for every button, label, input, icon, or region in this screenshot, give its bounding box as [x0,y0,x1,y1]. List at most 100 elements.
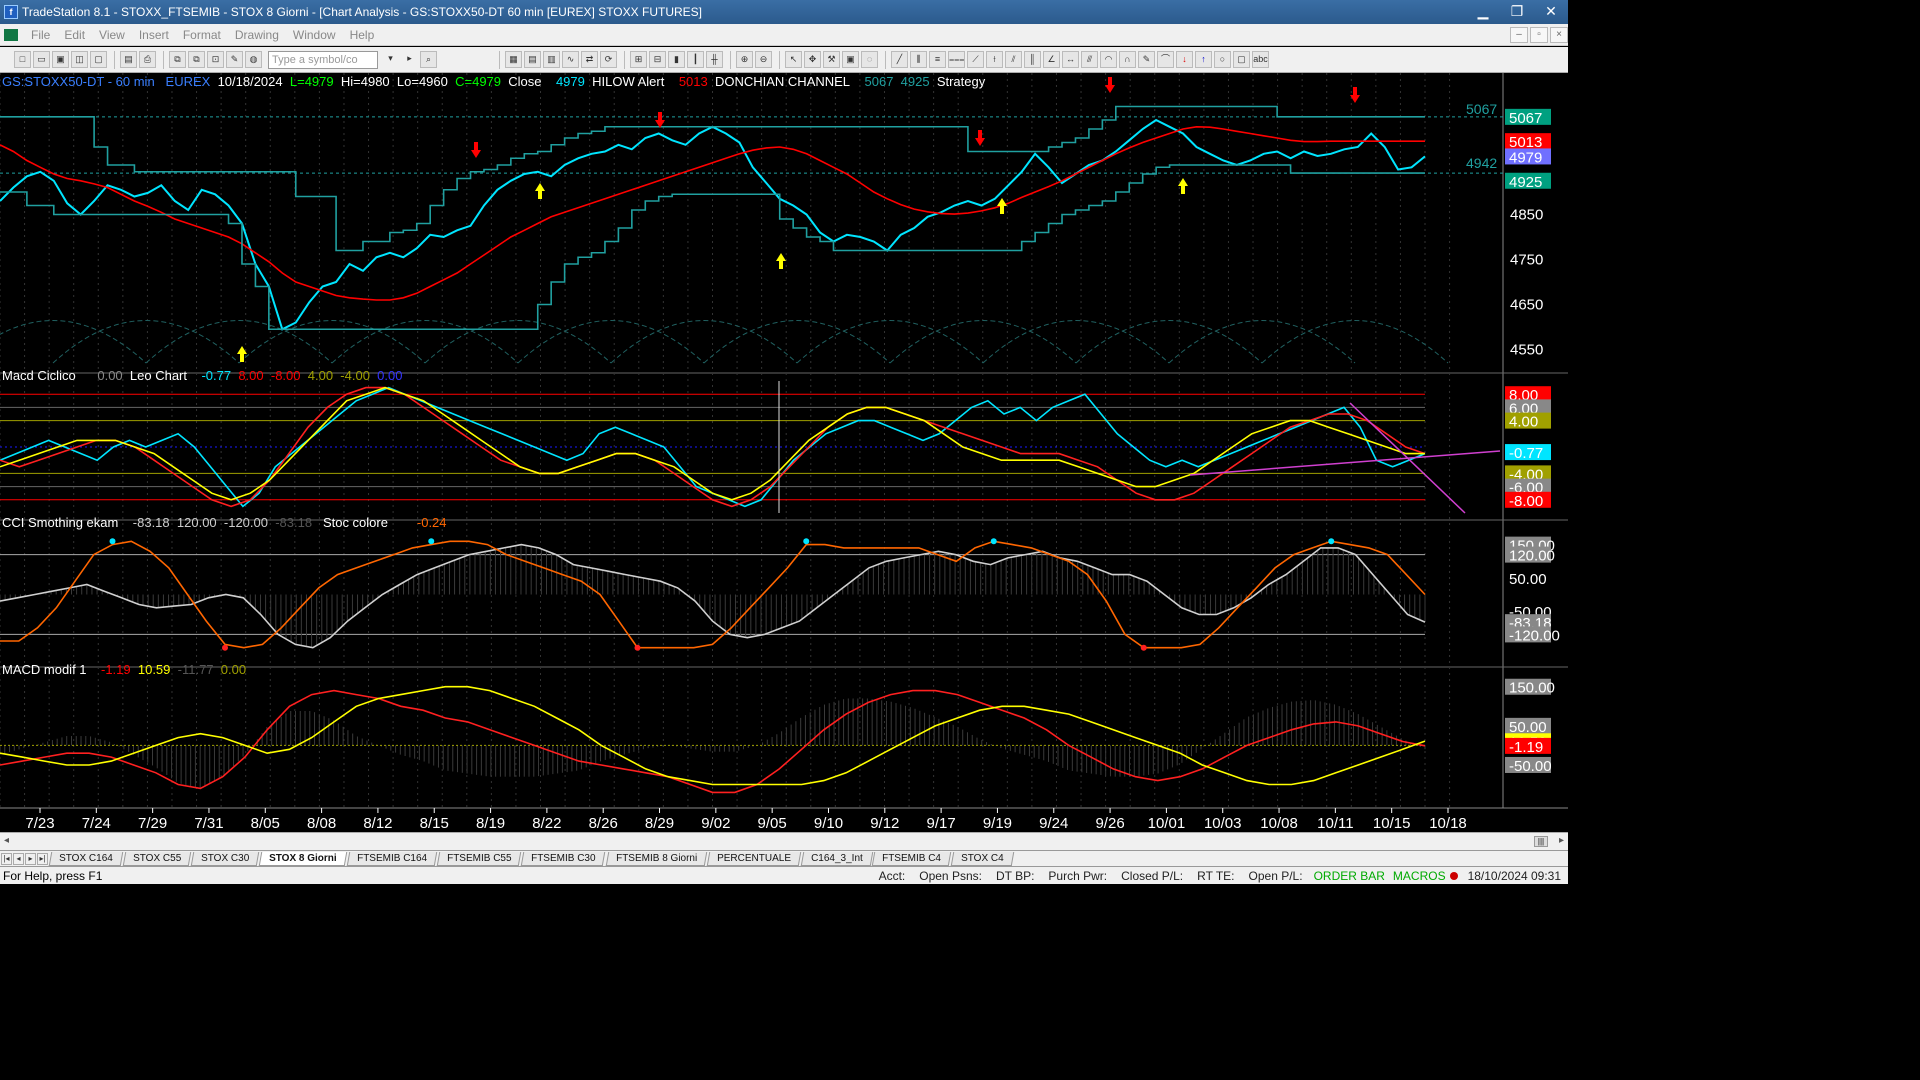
data-window-icon[interactable]: ⊟ [649,51,666,68]
tab-prev-icon[interactable]: ◂ [13,852,24,865]
symbol-input[interactable]: Type a symbol/co [268,50,378,69]
scroll-right-icon[interactable]: ▸ [1559,835,1564,846]
tab-3[interactable]: STOX 8 Giorni [258,851,347,866]
lock-icon[interactable]: ⊡ [207,51,224,68]
menu-window[interactable]: Window [286,28,343,42]
gann-icon[interactable]: ⫼ [910,51,927,68]
tab-next-icon[interactable]: ▸ [25,852,36,865]
macros-button[interactable]: MACROS [1389,869,1450,883]
tab-5[interactable]: FTSEMIB C55 [436,851,522,866]
chart-canvas[interactable]: 7/23 7/24 7/29 7/31 8/05 8/08 8/12 8/15 8/19 8/22… [0,73,1568,836]
close-window-icon[interactable]: ▢ [90,51,107,68]
curve-icon[interactable]: ⌒ [1157,51,1174,68]
vertical-lines-icon[interactable]: ║ [1024,51,1041,68]
scroll-left-icon[interactable]: ◂ [4,835,9,846]
scroll-thumb[interactable]: ||| [1534,836,1548,847]
arc-icon[interactable]: ◠ [1100,51,1117,68]
menu-view[interactable]: View [92,28,132,42]
zoom-out-icon[interactable]: ⊖ [755,51,772,68]
cycle-arc [238,320,426,364]
symbol-lookup-icon[interactable]: ⌕ [420,51,437,68]
tab-9[interactable]: C164_3_Int [800,851,873,866]
bar-interval-icon[interactable]: ▮ [668,51,685,68]
cycle-arc [1261,320,1449,364]
drag-icon[interactable]: ✥ [804,51,821,68]
tab-0[interactable]: STOX C164 [48,851,123,866]
copy-icon[interactable]: ⧉ [169,51,186,68]
hilow-alert-label: HILOW Alert [592,74,665,89]
text-icon[interactable]: abc [1252,51,1269,68]
tab-label: STOX C4 [961,852,1005,864]
fan-icon[interactable]: ⟊ [986,51,1003,68]
high-label: Hi=4980 [340,74,390,89]
close-label: C=4979 [455,74,502,89]
channel-icon[interactable]: ⫻ [1081,51,1098,68]
tab-4[interactable]: FTSEMIB C164 [346,851,437,866]
zoom-in-icon[interactable]: ⊕ [736,51,753,68]
chart-area[interactable]: 7/23 7/24 7/29 7/31 8/05 8/08 8/12 8/15 8/19 8/22… [0,73,1568,836]
mdi-restore-button[interactable]: ▫ [1530,26,1548,43]
menu-help[interactable]: Help [343,28,382,42]
trendline-icon[interactable]: ╱ [891,51,908,68]
new-window-icon[interactable]: ◫ [71,51,88,68]
mdi-minimize-button[interactable]: – [1510,26,1528,43]
menu-insert[interactable]: Insert [132,28,176,42]
menu-format[interactable]: Format [176,28,228,42]
paste-icon[interactable]: ⧉ [188,51,205,68]
tab-11[interactable]: STOX C4 [951,851,1015,866]
cycle-icon[interactable]: ∩ [1119,51,1136,68]
save-icon[interactable]: ▤ [120,51,137,68]
matrix-icon[interactable]: ▥ [543,51,560,68]
format-icon[interactable]: ⊞ [630,51,647,68]
alert-icon[interactable]: ◌ [861,51,878,68]
dropdown-arrow-icon[interactable]: ▾ [382,51,399,68]
mdi-close-button[interactable]: × [1550,26,1568,43]
tools-icon[interactable]: ✎ [226,51,243,68]
pen-icon[interactable]: ✎ [1138,51,1155,68]
horizontal-arrow-icon[interactable]: ↔ [1062,51,1079,68]
menu-edit[interactable]: Edit [57,28,92,42]
speed-lines-icon[interactable]: ⟋ [967,51,984,68]
chart-window-icon[interactable] [4,28,18,41]
ellipse-icon[interactable]: ○ [1214,51,1231,68]
tab-1[interactable]: STOX C55 [122,851,192,866]
close-button[interactable]: ✕ [1534,0,1568,24]
pointer-icon[interactable]: ↖ [785,51,802,68]
tab-10[interactable]: FTSEMIB C4 [872,851,952,866]
maximize-button[interactable]: ❐ [1500,0,1534,24]
tool-hammer-icon[interactable]: ⚒ [823,51,840,68]
fibonacci-icon[interactable]: ⩶ [948,51,965,68]
globe-icon[interactable]: ◍ [245,51,262,68]
down-arrow-icon[interactable]: ↓ [1176,51,1193,68]
angle-icon[interactable]: ∠ [1043,51,1060,68]
news-icon[interactable]: ▣ [842,51,859,68]
bar-chart-icon[interactable]: ╫ [706,51,723,68]
go-arrow-icon[interactable]: ▸ [401,51,418,68]
tab-2[interactable]: STOX C30 [190,851,260,866]
tab-8[interactable]: PERCENTUALE [706,851,801,866]
order-bar-button[interactable]: ORDER BAR [1310,869,1389,883]
refresh-icon[interactable]: ⟳ [600,51,617,68]
chart-analysis-icon[interactable]: ▦ [505,51,522,68]
indicator-icon[interactable]: ∿ [562,51,579,68]
print-icon[interactable]: ⎙ [139,51,156,68]
up-arrow-icon[interactable]: ↑ [1195,51,1212,68]
rectangle-icon[interactable]: ▢ [1233,51,1250,68]
strategy-icon[interactable]: ⇄ [581,51,598,68]
tab-6[interactable]: FTSEMIB C30 [520,851,606,866]
open-icon[interactable]: ▭ [33,51,50,68]
horizontal-lines-icon[interactable]: ≡ [929,51,946,68]
radar-screen-icon[interactable]: ▤ [524,51,541,68]
tab-last-icon[interactable]: ▸| [37,852,48,865]
tab-7[interactable]: FTSEMIB 8 Giorni [605,851,708,866]
workspace-icon[interactable]: ▣ [52,51,69,68]
minimize-button[interactable]: ▁ [1466,0,1500,24]
tab-first-icon[interactable]: |◂ [1,852,12,865]
regression-icon[interactable]: ⫽ [1005,51,1022,68]
x-axis-label: 9/10 [814,815,843,832]
new-icon[interactable]: □ [14,51,31,68]
menu-file[interactable]: File [24,28,57,42]
candlestick-icon[interactable]: ┃ [687,51,704,68]
horizontal-scrollbar[interactable]: ◂ ||| ▸ [0,832,1568,850]
menu-drawing[interactable]: Drawing [228,28,286,42]
